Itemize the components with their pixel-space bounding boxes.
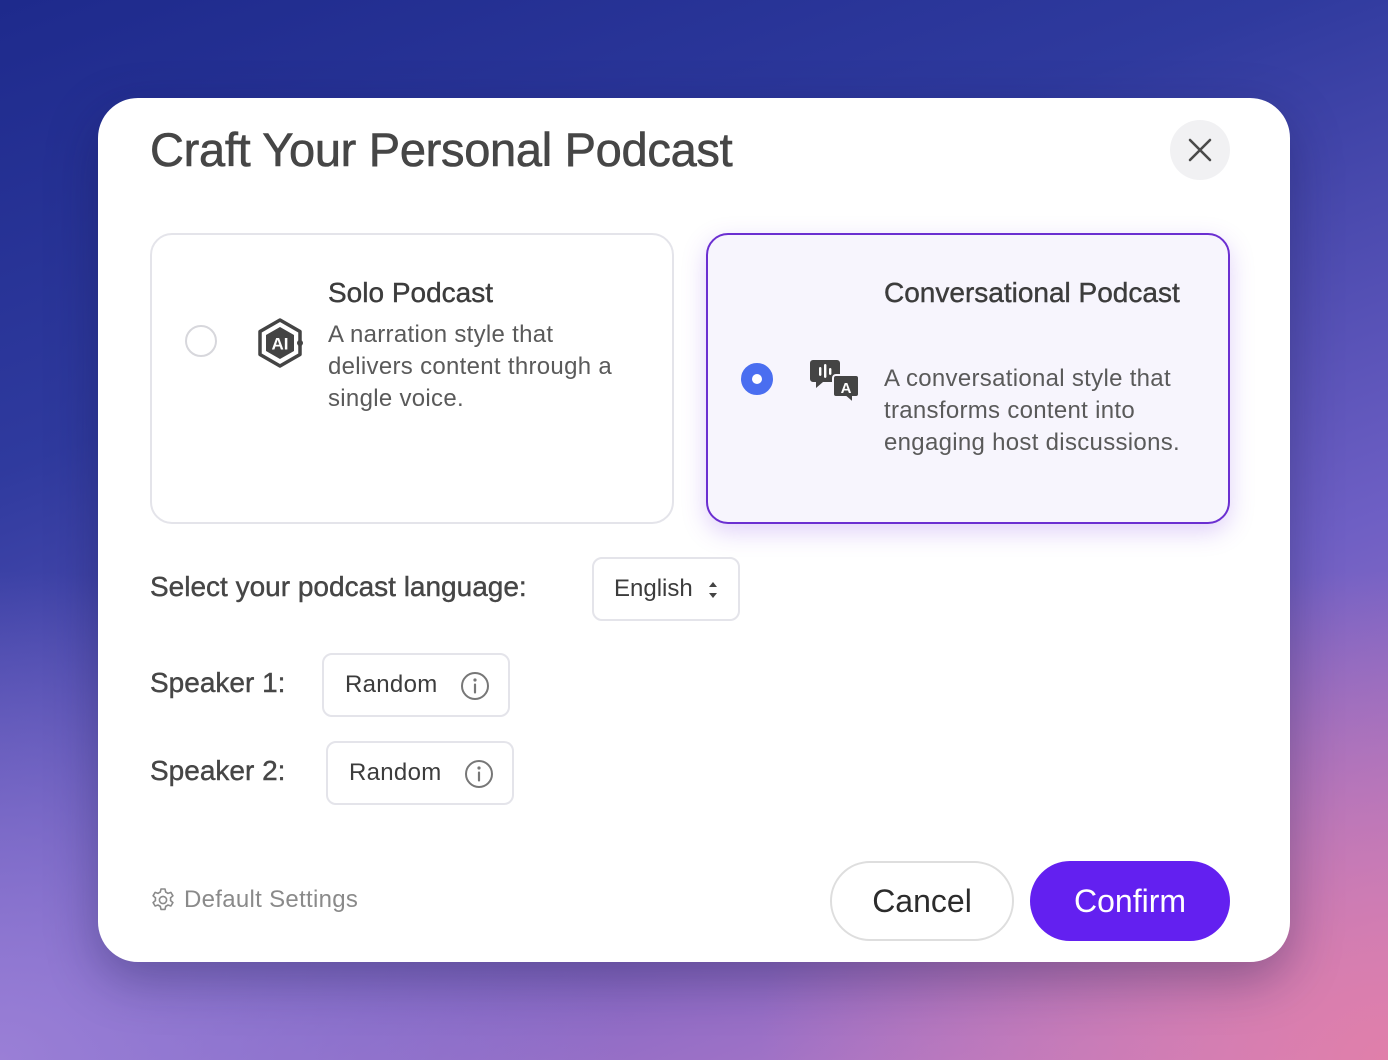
svg-text:A: A xyxy=(841,380,852,397)
info-icon[interactable] xyxy=(464,759,494,789)
info-icon[interactable] xyxy=(460,671,490,701)
confirm-button[interactable]: Confirm xyxy=(1030,861,1230,941)
svg-text:AI: AI xyxy=(272,335,289,354)
close-button[interactable] xyxy=(1170,120,1230,180)
chat-bubbles-icon: A xyxy=(810,360,860,406)
conversational-radio[interactable] xyxy=(741,363,773,395)
conversational-title: Conversational Podcast xyxy=(884,277,1180,308)
conversational-podcast-card[interactable]: A Conversational Podcast A conversationa… xyxy=(706,233,1230,524)
solo-description: A narration style that delivers content … xyxy=(328,321,612,412)
speaker-2-select[interactable]: Random xyxy=(326,741,514,805)
speaker-1-value: Random xyxy=(345,671,438,698)
speaker-2-value: Random xyxy=(349,759,442,786)
podcast-dialog: Craft Your Personal Podcast AI Solo Podc… xyxy=(98,98,1290,962)
dialog-title: Craft Your Personal Podcast xyxy=(150,123,733,177)
speaker-1-label: Speaker 1: xyxy=(150,667,286,698)
solo-podcast-card[interactable]: AI Solo Podcast A narration style that d… xyxy=(150,233,674,524)
solo-radio[interactable] xyxy=(185,325,217,357)
language-select[interactable]: English xyxy=(592,557,740,621)
speaker-2-label: Speaker 2: xyxy=(150,755,286,786)
select-arrows-icon xyxy=(709,582,717,598)
ai-badge-icon: AI xyxy=(258,318,303,368)
solo-title: Solo Podcast xyxy=(328,277,493,308)
language-value: English xyxy=(614,575,693,602)
conversational-description: A conversational style that transforms c… xyxy=(884,365,1180,456)
close-icon xyxy=(1188,138,1212,162)
language-label: Select your podcast language: xyxy=(150,571,527,602)
gear-icon xyxy=(152,888,174,911)
default-settings-link[interactable]: Default Settings xyxy=(150,886,358,914)
cancel-button[interactable]: Cancel xyxy=(830,861,1014,941)
default-settings-label: Default Settings xyxy=(184,886,359,913)
speaker-1-select[interactable]: Random xyxy=(322,653,510,717)
